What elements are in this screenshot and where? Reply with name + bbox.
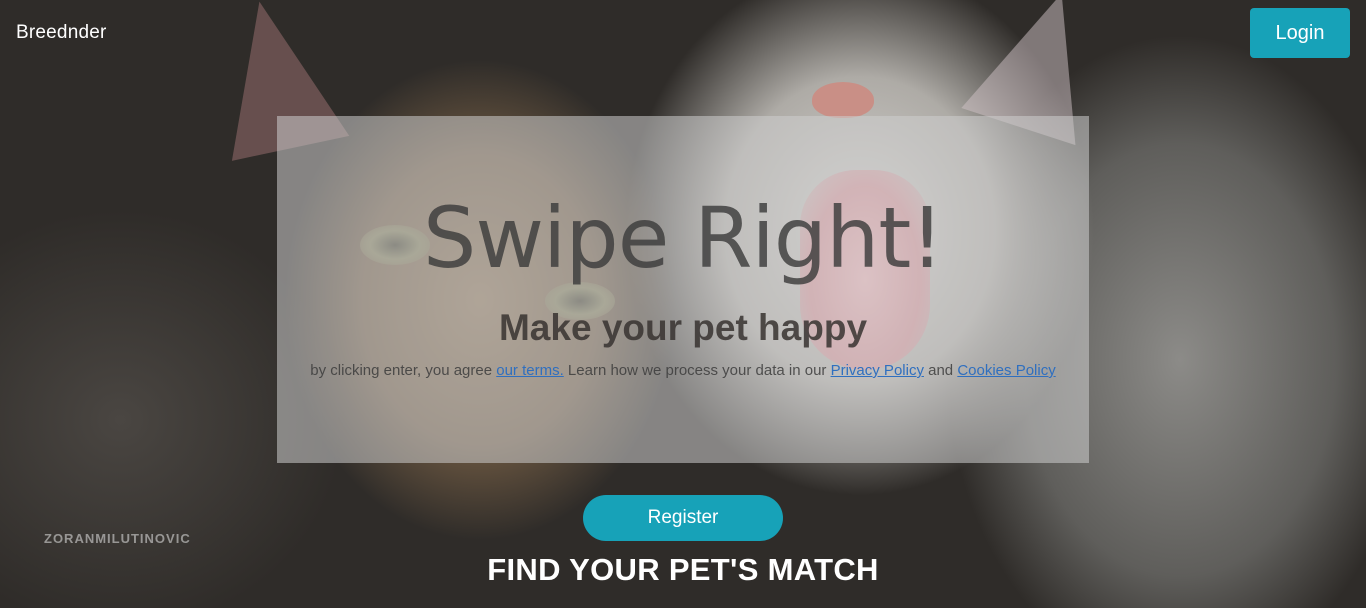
register-button[interactable]: Register: [583, 495, 783, 541]
photo-watermark: ZORANMILUTINOVIC: [44, 531, 191, 546]
background-photo-nose: [812, 82, 874, 118]
terms-and-text: and: [923, 362, 958, 379]
terms-prefix-text: by clicking enter, you agree: [310, 362, 497, 379]
hero-panel: Swipe Right! Make your pet happy by clic…: [277, 116, 1089, 463]
terms-middle-text: Learn how we process your data in our: [563, 362, 831, 379]
cookies-policy-link[interactable]: Cookies Policy: [957, 362, 1055, 379]
terms-notice: by clicking enter, you agree our terms. …: [277, 362, 1089, 379]
terms-link[interactable]: our terms.: [496, 362, 564, 379]
privacy-policy-link[interactable]: Privacy Policy: [831, 362, 924, 379]
login-button[interactable]: Login: [1250, 8, 1350, 58]
hero-subtitle: Make your pet happy: [498, 307, 868, 348]
tagline-heading: FIND YOUR PET'S MATCH: [487, 552, 879, 587]
brand-logo[interactable]: Breednder: [16, 22, 107, 44]
hero-title: Swipe Right!: [423, 189, 944, 287]
landing-page: ZORANMILUTINOVIC Breednder Login Swipe R…: [0, 0, 1366, 608]
